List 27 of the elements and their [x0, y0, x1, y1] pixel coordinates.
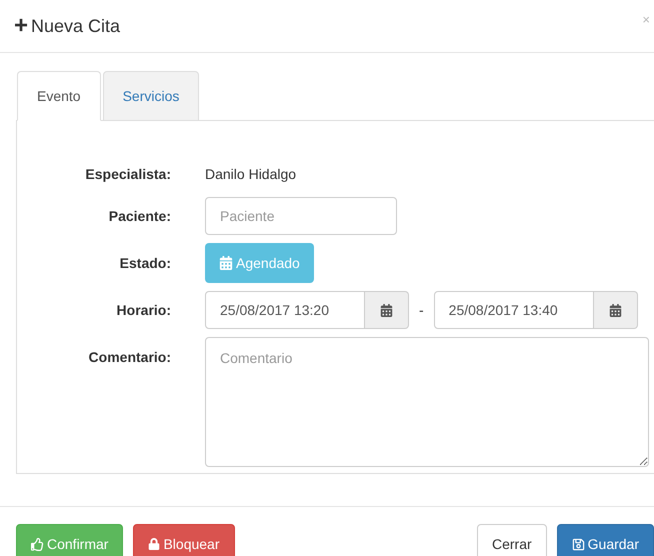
calendar-icon — [608, 304, 622, 316]
footer-button[interactable]: Confirmar — [16, 524, 124, 556]
field-label: Horario: — [116, 302, 171, 318]
modal-title: Nueva Cita — [31, 15, 120, 38]
footer-button[interactable]: Cerrar — [476, 524, 547, 556]
calendar-icon — [380, 304, 393, 316]
tab[interactable]: Evento — [17, 71, 101, 121]
patient-field[interactable]: Paciente — [205, 197, 397, 235]
field-label: Paciente: — [108, 208, 171, 224]
thumbs-up-icon — [31, 538, 44, 550]
footer-button[interactable]: Bloquear — [133, 524, 235, 556]
footer-button[interactable]: Guardar — [556, 524, 654, 556]
field-label: Comentario: — [88, 349, 171, 365]
date-field[interactable]: 25/08/2017 13:40 — [434, 291, 594, 329]
range-separator: - — [419, 300, 424, 320]
lock-icon — [148, 538, 160, 550]
calendar-icon — [219, 256, 233, 270]
plus-icon: + — [14, 14, 28, 38]
calendar-button[interactable] — [594, 291, 638, 329]
field-label: Especialista: — [85, 166, 171, 182]
specialist-name: Danilo Hidalgo — [205, 164, 296, 184]
field-label: Estado: — [120, 254, 171, 270]
comment-field[interactable]: Comentario — [205, 337, 649, 467]
date-field[interactable]: 25/08/2017 13:20 — [205, 291, 365, 329]
calendar-button[interactable] — [365, 291, 409, 329]
tab[interactable]: Servicios — [102, 71, 200, 121]
save-icon — [572, 538, 585, 550]
